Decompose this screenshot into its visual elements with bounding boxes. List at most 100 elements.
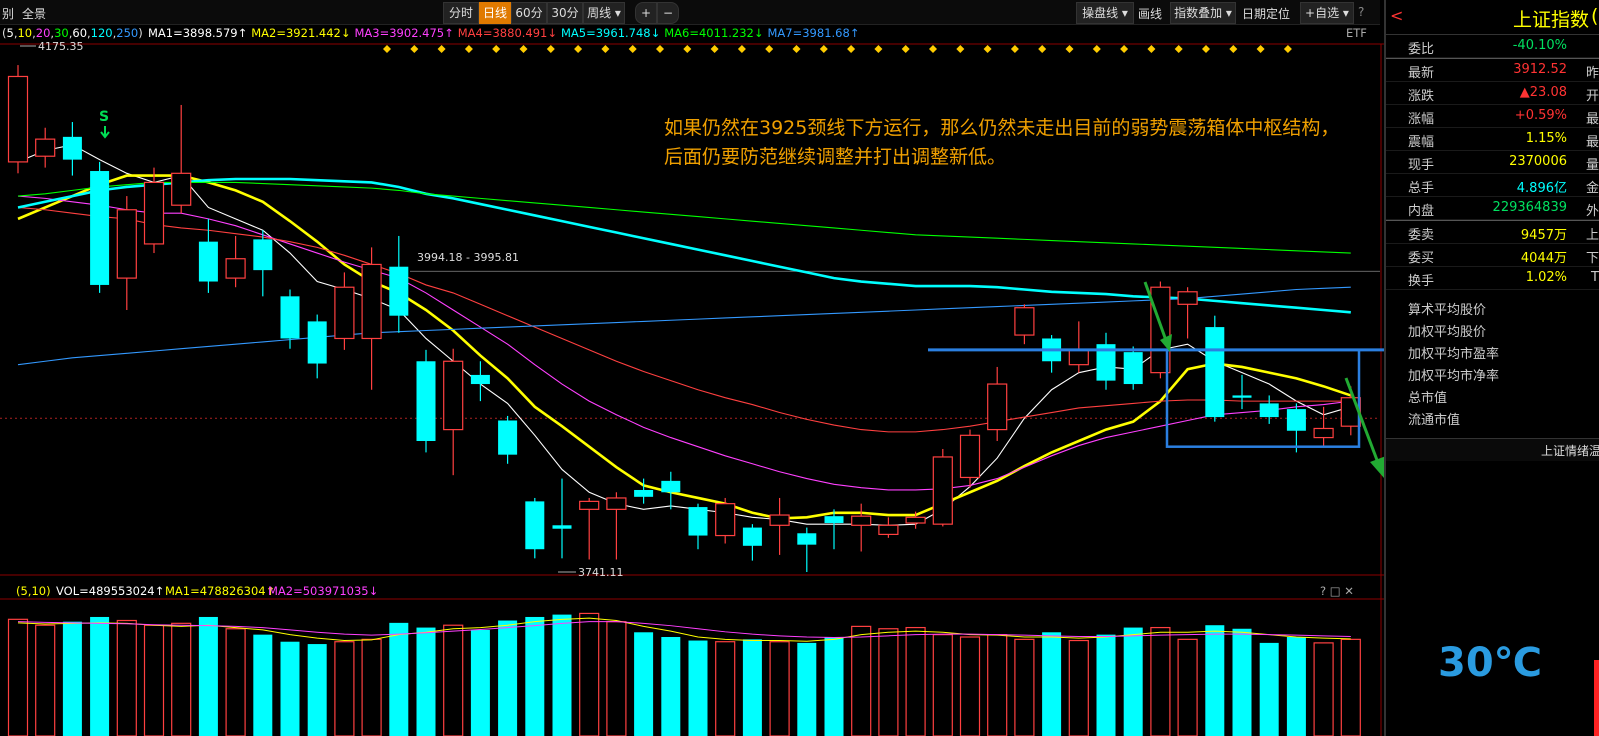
event-diamond-marker <box>1174 45 1183 53</box>
stat-row: 流通市值 <box>1386 406 1599 428</box>
candle-body <box>143 181 165 245</box>
event-diamond-marker <box>574 45 583 53</box>
stat-label: 算术平均股价 <box>1408 303 1487 318</box>
quote-header: < 上证指数 ( <box>1386 0 1599 35</box>
volume-bar <box>307 644 327 736</box>
stat-row: 加权平均股价 <box>1386 318 1599 340</box>
quote-value: 4.896亿 <box>1516 181 1567 196</box>
candle-body <box>307 321 327 364</box>
quote-extra: 最 <box>1585 112 1599 127</box>
quote-extra: 上 <box>1585 228 1599 243</box>
stat-row: 加权平均市盈率 <box>1386 340 1599 362</box>
sentiment-title: 上证情绪温 <box>1540 444 1599 458</box>
quote-value: 2370006 <box>1509 154 1567 169</box>
event-diamond-marker <box>819 45 828 53</box>
event-diamond-marker <box>437 45 446 53</box>
candle-body <box>90 171 110 285</box>
candle-body <box>1014 307 1035 336</box>
quote-key: 涨幅 <box>1408 112 1435 127</box>
stat-label: 加权平均股价 <box>1408 325 1487 340</box>
quote-extra: 昨 <box>1585 66 1599 81</box>
quote-row: 震幅 1.15% 最 <box>1386 128 1599 151</box>
candle-body <box>1177 291 1198 305</box>
event-diamond-marker <box>737 45 746 53</box>
quote-key: 最新 <box>1408 66 1435 81</box>
candle-body <box>470 374 490 385</box>
quote-row: 委比 -40.10% <box>1386 35 1599 58</box>
volume-bar <box>742 639 762 736</box>
volume-bar <box>715 641 736 736</box>
event-diamond-marker <box>1010 45 1019 53</box>
event-diamond-marker <box>765 45 774 53</box>
candle-body <box>661 480 681 493</box>
quote-value: 3912.52 <box>1513 62 1567 77</box>
annotation-line1: 如果仍然在3925颈线下方运行，那么仍然未走出目前的弱势震荡箱体中枢结构， <box>664 117 1340 139</box>
volume-bar <box>797 642 817 736</box>
quote-key: 总手 <box>1408 181 1435 196</box>
event-diamond-marker <box>874 45 883 53</box>
volume-bar <box>416 627 436 736</box>
volume-bar <box>62 621 82 736</box>
candle-body <box>769 514 790 526</box>
volume-bar <box>987 634 1008 736</box>
annotation-line2: 后面仍要防范继续调整并打出调整新低。 <box>664 146 1007 168</box>
volume-bar <box>171 622 192 736</box>
range-price-label: 3994.18 - 3995.81 <box>417 251 519 264</box>
quote-extra: 开 <box>1585 89 1599 104</box>
volume-bar <box>7 618 29 736</box>
candle-body <box>905 516 926 524</box>
candle-body <box>198 241 218 282</box>
volume-bar <box>334 641 355 736</box>
quote-extra: 最 <box>1585 135 1599 150</box>
candle-body <box>171 172 192 206</box>
candle-body <box>579 500 600 510</box>
back-icon[interactable]: < <box>1390 6 1403 25</box>
candle-body <box>35 138 56 157</box>
quote-key: 涨跌 <box>1408 89 1435 104</box>
candle-body <box>389 266 409 316</box>
candle-body <box>552 525 572 529</box>
candle-body <box>742 527 762 546</box>
candle-body <box>525 501 545 550</box>
quote-value: 4044万 <box>1520 251 1567 266</box>
stat-row: 加权平均市净率 <box>1386 362 1599 384</box>
volume-bar <box>1259 642 1279 736</box>
event-diamond-marker <box>1120 45 1129 53</box>
event-diamond-marker <box>1038 45 1047 53</box>
kline-chart[interactable]: 4175.35 3741.11 3994.18 - 3995.81 S <box>0 0 1384 736</box>
candle-body <box>987 383 1008 431</box>
temperature-bar <box>1594 660 1599 736</box>
quote-row: 换手 1.02% T <box>1386 267 1599 290</box>
volume-bar <box>905 626 926 736</box>
volume-bar <box>443 624 464 736</box>
quote-extra: 下 <box>1585 251 1599 266</box>
volume-bar <box>1150 626 1171 736</box>
quote-key: 委比 <box>1408 42 1435 57</box>
candle-body <box>1259 403 1279 418</box>
event-diamond-marker <box>710 45 719 53</box>
event-diamond-marker <box>656 45 664 53</box>
quote-value: 1.02% <box>1525 270 1567 285</box>
volume-bar <box>552 614 572 736</box>
index-title: 上证指数 <box>1513 9 1590 31</box>
quote-row: 涨跌 ▲23.08 开 <box>1386 82 1599 105</box>
candle-body <box>797 533 817 545</box>
volume-bar <box>1042 632 1062 736</box>
candle-body <box>1286 409 1306 431</box>
quote-value: 9457万 <box>1520 228 1567 243</box>
stat-label: 总市值 <box>1408 391 1448 406</box>
event-diamond-marker <box>1229 45 1238 53</box>
volume-bar <box>878 628 899 736</box>
quote-extra: 量 <box>1585 158 1599 173</box>
volume-bar <box>470 629 490 736</box>
sentiment-header: 上证情绪温 <box>1386 439 1599 461</box>
quote-value: 1.15% <box>1525 131 1567 146</box>
volume-bar <box>1096 634 1116 736</box>
candle-body <box>62 136 82 160</box>
event-diamond-marker <box>983 45 992 53</box>
event-diamond-marker <box>1065 45 1074 53</box>
temperature-value: 30℃ <box>1438 640 1543 686</box>
volume-bar <box>116 619 137 736</box>
candle-body <box>7 75 29 163</box>
volume-bar <box>824 637 844 736</box>
